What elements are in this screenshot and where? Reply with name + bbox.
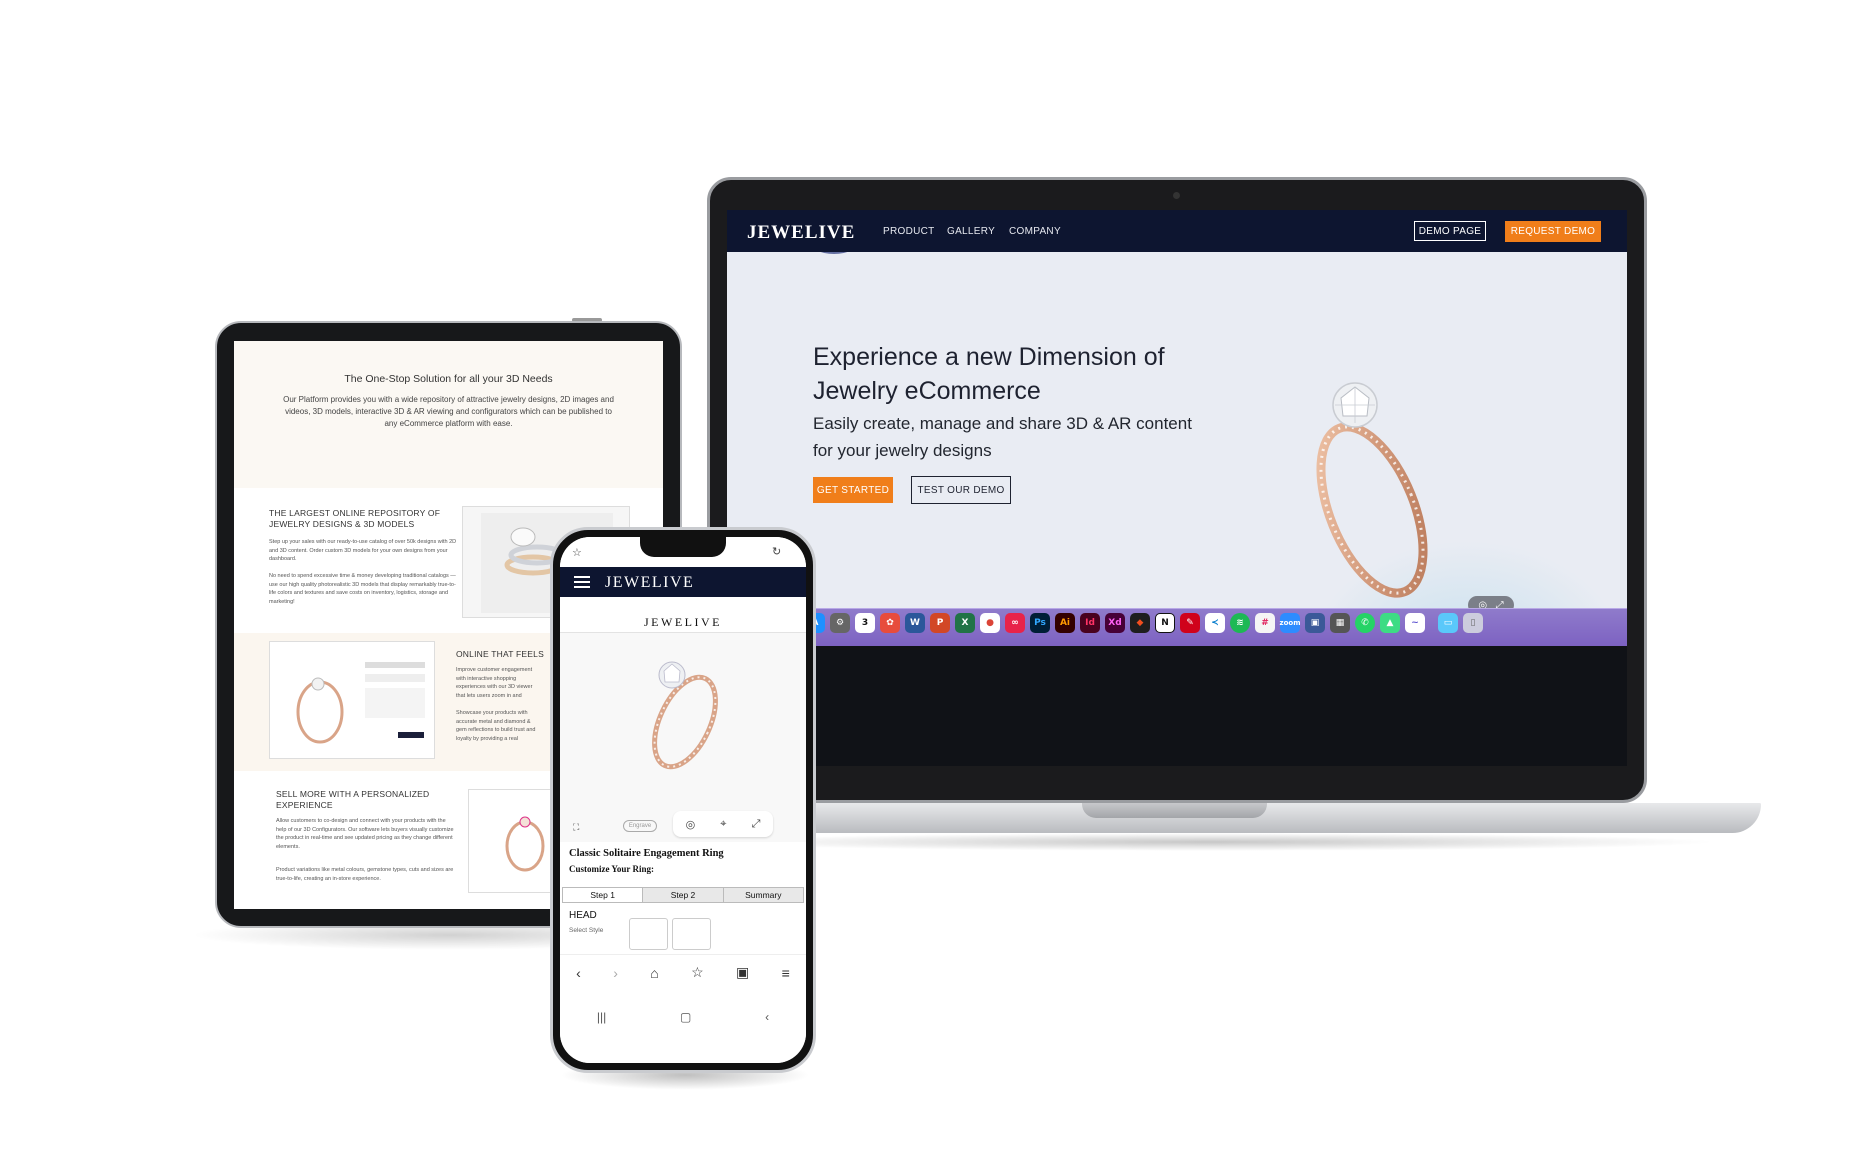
style-option[interactable] xyxy=(629,918,668,950)
slack-icon[interactable]: # xyxy=(1255,613,1275,633)
hero-headline: Experience a new Dimension of Jewelry eC… xyxy=(813,343,1165,405)
calculator-icon[interactable]: ▦ xyxy=(1330,613,1350,633)
configurator-image xyxy=(269,641,435,759)
folder-icon[interactable]: ▭ xyxy=(1438,613,1458,633)
ring-image xyxy=(652,661,718,770)
preview-icon[interactable]: ▣ xyxy=(1305,613,1325,633)
back-icon[interactable]: ‹ xyxy=(576,965,581,981)
browser-toolbar: ‹ › ⌂ ☆ ▣ ≡ xyxy=(560,954,806,990)
home-button-icon[interactable]: ▢ xyxy=(680,1010,691,1024)
notion-icon[interactable]: N xyxy=(1155,613,1175,633)
section-text: Improve customer engagement with interac… xyxy=(456,667,533,699)
laptop-notch xyxy=(1082,803,1267,818)
forward-icon[interactable]: › xyxy=(613,965,618,981)
photos-icon[interactable]: ✿ xyxy=(880,613,900,633)
system-back-icon[interactable]: ‹ xyxy=(765,1010,769,1024)
tablet-intro: Our Platform provides you with a wide re… xyxy=(283,395,614,428)
mobile-logo[interactable]: JEWELIVE xyxy=(605,574,694,592)
request-demo-button[interactable]: REQUEST DEMO xyxy=(1505,221,1601,242)
section-text: Product variations like metal colours, g… xyxy=(276,867,454,882)
creative-cloud-icon[interactable]: ∞ xyxy=(1005,613,1025,633)
ar-view-icon[interactable]: ⛶ xyxy=(573,822,579,833)
tab-summary[interactable]: Summary xyxy=(723,888,803,902)
indesign-icon[interactable]: Id xyxy=(1080,613,1100,633)
section-title: THE LARGEST ONLINE REPOSITORY OF JEWELRY… xyxy=(269,508,441,529)
android-studio-icon[interactable]: ▲ xyxy=(1380,613,1400,633)
excel-icon[interactable]: X xyxy=(955,613,975,633)
section-title: SELL MORE WITH A PERSONALIZED EXPERIENCE xyxy=(276,789,430,810)
fullscreen-icon[interactable]: ⤢ xyxy=(752,818,761,831)
laptop-shadow xyxy=(700,833,1720,851)
illustrator-icon[interactable]: Ai xyxy=(1055,613,1075,633)
hero-subtext: Easily create, manage and share 3D & AR … xyxy=(813,414,1192,460)
xd-icon[interactable]: Xd xyxy=(1105,613,1125,633)
home-icon[interactable]: ⌂ xyxy=(650,965,658,981)
bookmark-icon[interactable]: ☆ xyxy=(691,964,704,981)
get-started-button[interactable]: GET STARTED xyxy=(813,477,893,503)
menu-icon[interactable]: ≡ xyxy=(782,965,790,981)
product-title: Classic Solitaire Engagement Ring xyxy=(569,848,724,859)
spotify-icon[interactable]: ≋ xyxy=(1230,613,1250,633)
engrave-button[interactable]: Engrave xyxy=(623,820,657,832)
zoom-icon[interactable]: zoom xyxy=(1280,613,1301,633)
head-label: HEAD xyxy=(569,910,597,921)
phone-screen: ☆ tearbugmaskfolio ↻ JEWELIVE JEWELIVE ⛶… xyxy=(560,537,806,1063)
ring-size-icon[interactable]: ◎ xyxy=(686,818,696,831)
tab-step-1[interactable]: Step 1 xyxy=(563,888,644,902)
step-tabs: Step 1 Step 2 Summary xyxy=(562,887,804,903)
powerpoint-icon[interactable]: P xyxy=(930,613,950,633)
hamburger-menu-icon[interactable] xyxy=(574,576,590,588)
figma-icon[interactable]: ◆ xyxy=(1130,613,1150,633)
laptop-camera xyxy=(1173,192,1180,199)
test-demo-button[interactable]: TEST OUR DEMO xyxy=(911,476,1011,504)
word-icon[interactable]: W xyxy=(905,613,925,633)
system-navigation-bar: ||| ▢ ‹ xyxy=(560,992,806,1063)
chrome-icon[interactable]: ● xyxy=(980,613,1000,633)
site-logo[interactable]: JEWELIVE xyxy=(747,222,855,244)
section-text: Allow customers to co-design and connect… xyxy=(276,818,454,850)
screen-bezel-bottom xyxy=(727,646,1627,766)
style-option[interactable] xyxy=(672,918,711,950)
tablet-heading: The One-Stop Solution for all your 3D Ne… xyxy=(344,373,553,385)
tabs-icon[interactable]: ▣ xyxy=(736,964,749,981)
customize-label: Customize Your Ring: xyxy=(569,864,654,874)
trash-icon[interactable]: ▯ xyxy=(1463,613,1483,633)
section-text: Step up your sales with our ready-to-use… xyxy=(269,539,457,562)
tab-step-2[interactable]: Step 2 xyxy=(643,888,724,902)
settings-icon[interactable]: ⚙ xyxy=(830,613,850,633)
nav-link-company[interactable]: COMPANY xyxy=(1009,226,1061,237)
laptop-screen: JEWELIVE PRODUCT GALLERY COMPANY DEMO PA… xyxy=(727,210,1627,766)
section-text: Showcase your products with accurate met… xyxy=(456,710,536,742)
site-navbar: JEWELIVE PRODUCT GALLERY COMPANY DEMO PA… xyxy=(727,210,1627,252)
star-icon[interactable]: ☆ xyxy=(572,546,582,559)
section-text: No need to spend excessive time & money … xyxy=(269,573,456,605)
ring-image xyxy=(1316,382,1428,598)
nav-link-product[interactable]: PRODUCT xyxy=(883,226,935,237)
acrobat-icon[interactable]: ✎ xyxy=(1180,613,1200,633)
refresh-icon[interactable]: ↻ xyxy=(772,545,781,558)
product-brand-logo: JEWELIVE xyxy=(644,615,722,629)
photoshop-icon[interactable]: Ps xyxy=(1030,613,1050,633)
dock-icons: A ⚙ 3 ✿ W P X ● ∞ Ps Ai Id Xd ◆ N ✎ ≺ ≋ … xyxy=(805,613,1483,641)
calendar-icon[interactable]: 3 xyxy=(855,613,875,633)
demo-page-button[interactable]: DEMO PAGE xyxy=(1414,221,1486,241)
phone-notch xyxy=(640,537,726,557)
viewer-toolbar: ◎ ⌖ ⤢ xyxy=(673,811,773,837)
recent-apps-icon[interactable]: ||| xyxy=(597,1010,606,1024)
freeform-icon[interactable]: ~ xyxy=(1405,613,1425,633)
vscode-icon[interactable]: ≺ xyxy=(1205,613,1225,633)
ring-image xyxy=(296,662,425,744)
select-style-label: Select Style xyxy=(569,927,604,934)
whatsapp-icon[interactable]: ✆ xyxy=(1355,613,1375,633)
nav-link-gallery[interactable]: GALLERY xyxy=(947,226,995,237)
ar-icon[interactable]: ⌖ xyxy=(720,818,726,831)
